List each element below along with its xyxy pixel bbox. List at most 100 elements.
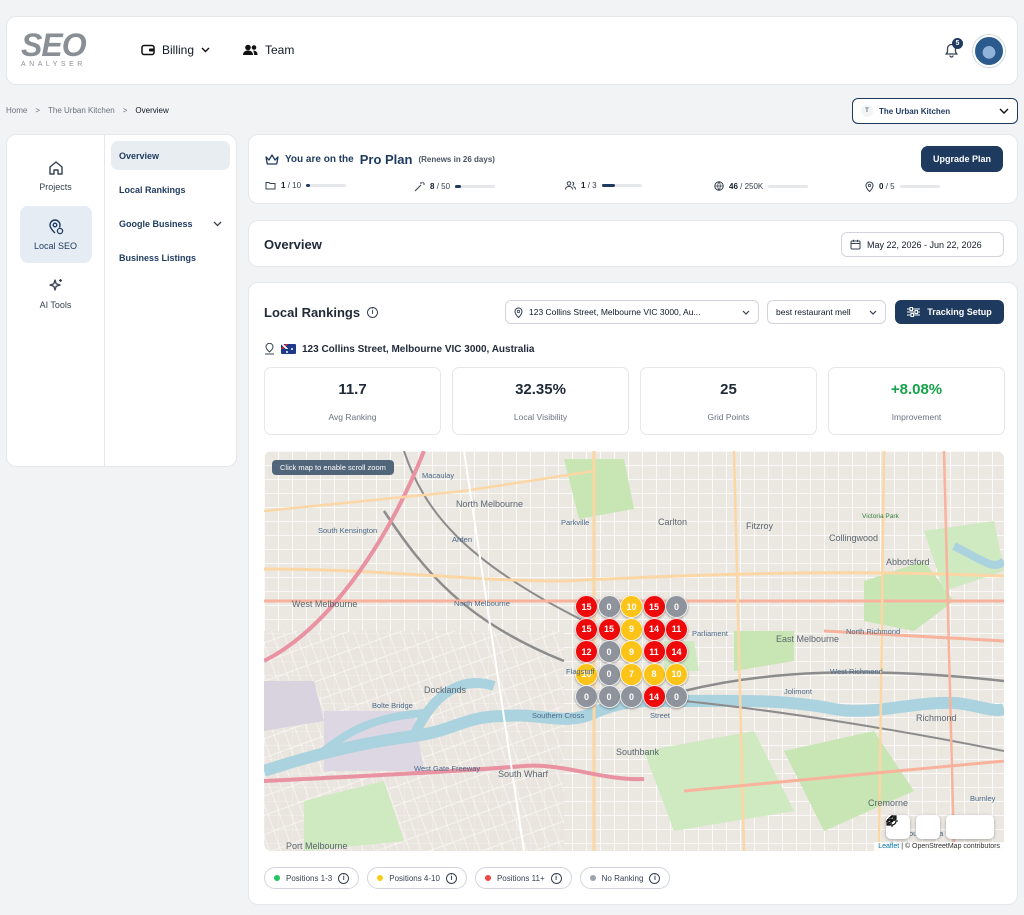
legend-dot xyxy=(274,875,280,881)
rank-legend: Positions 1-3 i Positions 4-10 i Positions… xyxy=(264,867,671,889)
team-label: Team xyxy=(265,43,295,57)
notification-badge: 5 xyxy=(952,38,963,49)
date-range-text: May 22, 2026 - Jun 22, 2026 xyxy=(867,239,982,250)
map-label: Southbank xyxy=(616,747,660,757)
subnav-overview[interactable]: Overview xyxy=(111,141,230,170)
map-label: Parliament xyxy=(692,629,728,638)
info-icon[interactable]: i xyxy=(367,307,379,318)
breadcrumb-project[interactable]: The Urban Kitchen xyxy=(48,106,115,115)
info-icon[interactable]: i xyxy=(445,872,457,884)
date-range-picker[interactable]: May 22, 2026 - Jun 22, 2026 xyxy=(841,232,1004,257)
leaflet-link[interactable]: Leaflet xyxy=(878,843,899,850)
stat-label: Local Visibility xyxy=(513,411,568,422)
scroll-zoom-hint[interactable]: Click map to enable scroll zoom xyxy=(272,460,394,475)
billing-menu[interactable]: Billing xyxy=(141,43,210,57)
subnav-local-rankings[interactable]: Local Rankings xyxy=(111,175,230,204)
grid-point[interactable]: 15 xyxy=(575,595,598,618)
logo-text: SEO xyxy=(21,27,87,63)
stat-avg-ranking: 11.7 Avg Ranking xyxy=(264,367,441,435)
grid-point[interactable]: 0 xyxy=(597,685,621,708)
plus-icon xyxy=(887,816,895,824)
grid-point[interactable]: 0 xyxy=(597,595,621,618)
subnav-google-business[interactable]: Google Business xyxy=(111,209,230,238)
breadcrumb-home[interactable]: Home xyxy=(6,106,27,115)
chevron-down-icon xyxy=(201,47,210,53)
avatar[interactable] xyxy=(973,35,1005,67)
subnav-business-listings[interactable]: Business Listings xyxy=(111,243,230,272)
usage-bar-fill xyxy=(306,184,311,187)
grid-point[interactable]: 0 xyxy=(597,662,621,686)
usage-bar-fill xyxy=(455,185,462,188)
plan-renew: (Renews in 26 days) xyxy=(418,155,495,164)
info-icon[interactable]: i xyxy=(338,872,350,884)
globe-icon xyxy=(714,181,724,191)
map-label: Macaulay xyxy=(422,471,455,480)
notifications-button[interactable]: 5 xyxy=(945,38,963,63)
usage-bar xyxy=(899,185,940,188)
grid-point[interactable]: 11 xyxy=(642,640,666,663)
legend-label: Positions 4-10 xyxy=(389,873,440,883)
map-label: Carlton xyxy=(658,517,688,527)
grid-point[interactable]: 15 xyxy=(597,617,621,641)
keyword-select[interactable]: best restaurant mell xyxy=(767,300,886,324)
map-label: South Kensington xyxy=(318,526,378,535)
legend-positions-4-10: Positions 4-10 i xyxy=(367,867,467,889)
grid-point[interactable]: 0 xyxy=(665,685,688,708)
rail-item-ai-tools[interactable]: AI Tools xyxy=(20,265,92,322)
address-select[interactable]: 123 Collins Street, Melbourne VIC 3000, … xyxy=(505,300,759,324)
usage-bar xyxy=(455,185,496,188)
breadcrumb-separator: > xyxy=(122,106,128,115)
map-label: West Richmond xyxy=(830,667,883,676)
breadcrumb: Home > The Urban Kitchen > Overview xyxy=(6,106,169,115)
usage-limit: / 250K xyxy=(740,181,764,191)
grid-point[interactable]: 9 xyxy=(620,640,643,663)
grid-point[interactable]: 0 xyxy=(597,640,621,663)
zoom-controls xyxy=(887,815,994,839)
grid-point[interactable]: 0 xyxy=(620,685,643,708)
info-icon[interactable]: i xyxy=(649,872,661,884)
grid-point[interactable]: 11 xyxy=(665,617,688,641)
location-pin-icon xyxy=(265,343,274,355)
logo[interactable]: SEO ANALYSER xyxy=(21,27,87,68)
stat-value: 25 xyxy=(720,380,737,398)
team-menu[interactable]: Team xyxy=(243,43,294,57)
upgrade-plan-button[interactable]: Upgrade Plan xyxy=(921,146,1003,172)
project-selector[interactable]: T The Urban Kitchen xyxy=(852,98,1018,124)
usage-locations: 0 / 5 xyxy=(865,181,940,192)
map-label: Port Melbourne xyxy=(286,841,348,851)
plan-prefix: You are on the xyxy=(285,154,354,165)
map-label: Arden xyxy=(452,535,473,544)
legend-positions-1-3: Positions 1-3 i xyxy=(264,867,360,889)
stat-improvement: +8.08% Improvement xyxy=(828,367,1005,435)
rail-item-projects[interactable]: Projects xyxy=(20,147,92,204)
grid-point[interactable]: 0 xyxy=(575,685,598,708)
grid-point[interactable]: 14 xyxy=(665,640,688,663)
grid-point[interactable]: 10 xyxy=(665,662,688,686)
zoom-in-button[interactable] xyxy=(887,815,994,839)
stat-label: Avg Ranking xyxy=(328,411,377,422)
overview-bar: Overview May 22, 2026 - Jun 22, 2026 xyxy=(248,220,1018,267)
rail-item-local-seo[interactable]: Local SEO xyxy=(19,206,92,263)
grid-point[interactable]: 9 xyxy=(620,617,643,641)
folder-icon xyxy=(265,182,276,190)
usage-limit: / 50 xyxy=(436,182,451,191)
usage-limit: / 5 xyxy=(885,182,895,191)
map-label: North Melbourne xyxy=(456,499,524,509)
rankings-map[interactable]: 15 0 10 15 0 15 15 9 14 11 12 0 9 11 14 10 0 7 8 10 0 0 0 14 0 N… xyxy=(264,451,1004,851)
zoom-out-button[interactable] xyxy=(887,815,970,839)
info-icon[interactable]: i xyxy=(550,872,562,884)
grid-point[interactable]: 10 xyxy=(620,595,643,618)
rankings-title-text: Local Rankings xyxy=(264,305,361,320)
grid-point[interactable]: 14 xyxy=(642,617,666,641)
grid-point[interactable]: 14 xyxy=(642,685,666,708)
fullscreen-button[interactable] xyxy=(886,815,940,839)
grid-point[interactable]: 15 xyxy=(642,595,666,618)
grid-point[interactable]: 12 xyxy=(575,640,598,663)
grid-point[interactable]: 7 xyxy=(620,662,643,686)
grid-point[interactable]: 15 xyxy=(575,617,598,641)
sparkles-icon xyxy=(48,278,62,291)
tracking-setup-button[interactable]: Tracking Setup xyxy=(895,300,1004,324)
top-header: SEO ANALYSER Billing Team 5 xyxy=(6,16,1018,85)
grid-point[interactable]: 0 xyxy=(665,595,688,618)
grid-point[interactable]: 8 xyxy=(642,662,666,686)
